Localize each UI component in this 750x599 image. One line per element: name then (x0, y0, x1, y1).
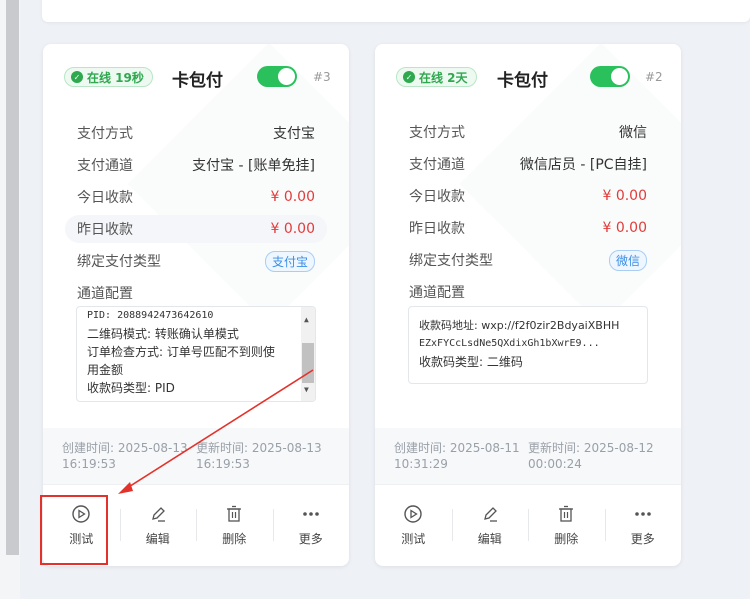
edit-button[interactable]: 编辑 (119, 485, 197, 566)
channel-title: 卡包付 (497, 71, 548, 91)
check-circle-icon: ✓ (403, 71, 415, 83)
scroll-down-icon[interactable]: ▼ (304, 381, 309, 399)
created-time: 创建时间: 2025-08-13 16:19:53 (62, 441, 188, 471)
top-panel (42, 0, 750, 22)
left-sidebar-edge (0, 0, 20, 599)
updated-time: 更新时间: 2025-08-12 00:00:24 (528, 441, 654, 471)
card-header: ✓ 在线 2天 卡包付 #2 (375, 44, 681, 106)
enable-toggle[interactable] (257, 66, 297, 87)
time-info: 创建时间: 2025-08-13 16:19:53 更新时间: 2025-08-1… (43, 428, 349, 484)
highlight-box (40, 495, 108, 565)
channel-card-3: ✓ 在线 19秒 卡包付 #3 支付方式 支付宝 支付通道 支付宝 - [账单免挂]… (43, 44, 349, 566)
enable-toggle[interactable] (590, 66, 630, 87)
test-button[interactable]: 测试 (375, 485, 452, 566)
info-row-yesterday-income: 昨日收款 ¥ 0.00 (409, 220, 647, 237)
config-textarea[interactable]: PID: 2088942473642610 二维码模式: 转账确认单模式 订单检… (76, 306, 316, 402)
trash-icon (227, 505, 242, 522)
edit-button[interactable]: 编辑 (451, 485, 529, 566)
more-dots-icon (302, 512, 319, 516)
info-row-pay-method: 支付方式 微信 (409, 125, 647, 141)
time-info: 创建时间: 2025-08-11 10:31:29 更新时间: 2025-08-1… (375, 428, 681, 484)
pencil-icon (483, 507, 497, 522)
info-row-pay-channel: 支付通道 支付宝 - [账单免挂] (77, 158, 315, 174)
pay-type-tag: 微信 (608, 249, 647, 271)
updated-time: 更新时间: 2025-08-13 16:19:53 (196, 441, 322, 471)
delete-button[interactable]: 删除 (196, 485, 273, 566)
card-header: ✓ 在线 19秒 卡包付 #3 (43, 44, 349, 106)
pencil-icon (151, 507, 165, 522)
info-row-bound-type: 绑定支付类型 微信 (397, 246, 659, 274)
trash-icon (559, 505, 574, 522)
info-row-bound-type: 绑定支付类型 支付宝 (65, 247, 327, 275)
scroll-thumb[interactable] (302, 343, 314, 383)
more-dots-icon (634, 512, 651, 516)
more-button[interactable]: 更多 (272, 485, 350, 566)
channel-number: #3 (313, 70, 331, 84)
check-circle-icon: ✓ (71, 71, 83, 83)
config-scrollbar[interactable]: ▲ ▼ (301, 307, 315, 401)
info-row-config: 通道配置 (77, 286, 133, 302)
delete-button[interactable]: 删除 (528, 485, 605, 566)
info-row-pay-channel: 支付通道 微信店员 - [PC自挂] (409, 157, 647, 173)
pay-type-tag: 支付宝 (264, 250, 315, 272)
channel-number: #2 (645, 70, 663, 84)
info-row-config: 通道配置 (409, 285, 465, 301)
more-button[interactable]: 更多 (604, 485, 682, 566)
sidebar-scroll-strip[interactable] (6, 0, 19, 555)
card-actions: 测试 编辑 删除 更多 (375, 484, 681, 566)
info-row-today-income: 今日收款 ¥ 0.00 (77, 189, 315, 206)
online-status-badge: ✓ 在线 2天 (396, 67, 477, 87)
info-row-pay-method: 支付方式 支付宝 (77, 126, 315, 142)
config-textarea[interactable]: 收款码地址: wxp://f2f0zir2BdyaiXBHH EZxFYCcLs… (408, 306, 648, 384)
scroll-up-icon[interactable]: ▲ (304, 311, 309, 329)
info-row-today-income: 今日收款 ¥ 0.00 (409, 188, 647, 205)
online-status-badge: ✓ 在线 19秒 (64, 67, 153, 87)
info-row-yesterday-income: 昨日收款 ¥ 0.00 (65, 215, 327, 243)
channel-title: 卡包付 (172, 71, 223, 91)
channel-card-2: ✓ 在线 2天 卡包付 #2 支付方式 微信 支付通道 微信店员 - [PC自挂] … (375, 44, 681, 566)
play-circle-icon (404, 505, 422, 523)
created-time: 创建时间: 2025-08-11 10:31:29 (394, 441, 520, 471)
